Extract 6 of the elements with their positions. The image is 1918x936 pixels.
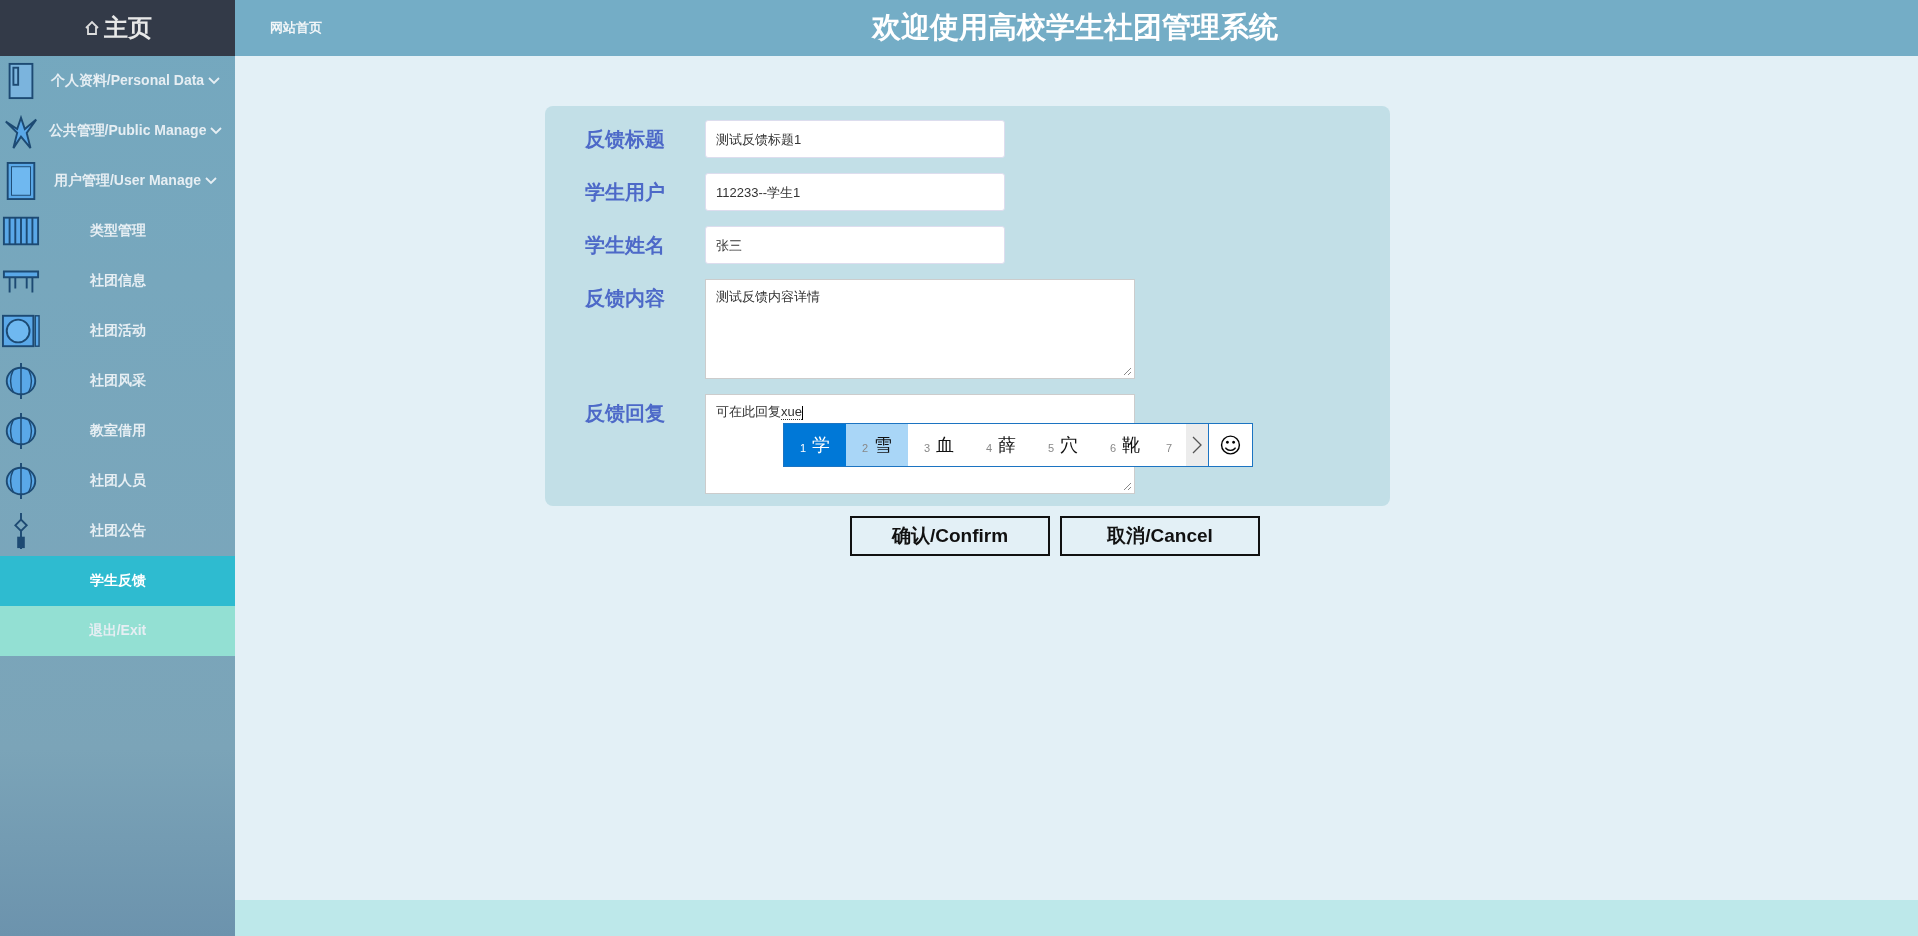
field-label: 反馈内容 <box>584 286 666 311</box>
field-label: 反馈标题 <box>584 127 666 152</box>
field-label: 反馈回复 <box>584 401 666 426</box>
field-label: 学生用户 <box>584 180 666 205</box>
page-title: 欢迎使用高校学生社团管理系统 <box>872 10 1278 45</box>
field-label: 学生姓名 <box>584 233 666 258</box>
